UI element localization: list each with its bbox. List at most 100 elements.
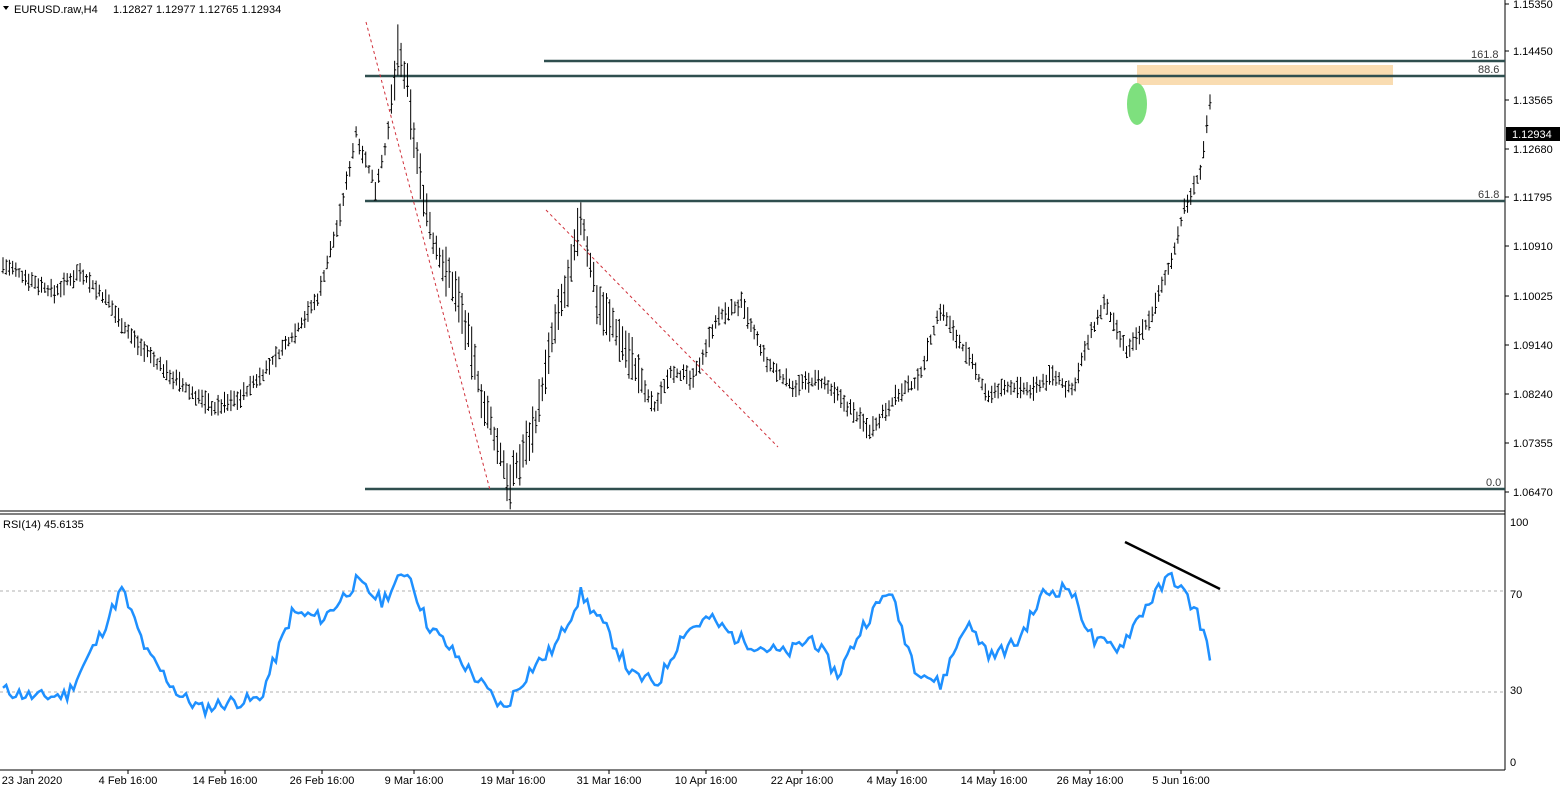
rsi-tick-label: 100 bbox=[1510, 517, 1528, 529]
ohlc-bar bbox=[531, 406, 535, 453]
ohlc-bar bbox=[56, 283, 60, 296]
ohlc-bar bbox=[412, 122, 416, 159]
ohlc-bar bbox=[582, 218, 586, 241]
ohlc-bar bbox=[1160, 276, 1164, 293]
ohlc-bar bbox=[65, 273, 69, 286]
ohlc-bar bbox=[813, 369, 817, 386]
ohlc-bar bbox=[1070, 382, 1074, 396]
ohlc-bar bbox=[733, 301, 737, 314]
ohlc-bar bbox=[184, 382, 188, 393]
ohlc-bar bbox=[990, 385, 994, 404]
ohlc-bar bbox=[152, 351, 156, 367]
ohlc-bar bbox=[46, 285, 50, 297]
trend-dash-1[interactable] bbox=[365, 21, 491, 491]
ohlc-bar bbox=[1057, 372, 1061, 385]
current-price-label: 1.12934 bbox=[1512, 129, 1552, 141]
ohlc-bar bbox=[829, 383, 833, 396]
ohlc-bar bbox=[707, 326, 711, 348]
ohlc-bar bbox=[267, 358, 271, 375]
ohlc-bar bbox=[476, 370, 480, 393]
ohlc-bar bbox=[752, 324, 756, 340]
ohlc-bar bbox=[97, 284, 101, 297]
ohlc-bar bbox=[726, 306, 730, 321]
ohlc-bar bbox=[441, 249, 445, 282]
ohlc-bar bbox=[203, 390, 207, 414]
ohlc-bar bbox=[938, 303, 942, 321]
ohlc-bar bbox=[460, 292, 464, 334]
ohlc-bar bbox=[206, 393, 210, 411]
ohlc-bar bbox=[1028, 384, 1032, 399]
dropdown-arrow-icon[interactable] bbox=[3, 6, 9, 10]
ohlc-bar bbox=[678, 370, 682, 381]
ohlc-bar bbox=[454, 271, 458, 312]
ohlc-bar bbox=[1176, 226, 1180, 244]
price-axis: 1.15350 1.14450 1.13565 1.12680 1.11795 1.109… bbox=[1505, 0, 1553, 499]
ohlc-bar bbox=[49, 278, 53, 298]
ohlc-bar bbox=[399, 42, 403, 77]
ohlc-bar bbox=[1108, 311, 1112, 323]
ohlc-bar bbox=[874, 417, 878, 431]
ohlc-bar bbox=[524, 420, 528, 465]
ohlc-bar bbox=[136, 335, 140, 356]
ohlc-bar bbox=[595, 285, 599, 325]
ohlc-bar bbox=[187, 383, 191, 400]
ohlc-bar bbox=[312, 293, 316, 311]
ohlc-bar bbox=[129, 328, 133, 344]
highlight-marker bbox=[1127, 83, 1147, 125]
ohlc-bar bbox=[845, 401, 849, 417]
ohlc-bar bbox=[983, 383, 987, 401]
ohlc-bar bbox=[807, 372, 811, 393]
ohlc-bar bbox=[739, 291, 743, 308]
ohlc-bar bbox=[1153, 292, 1157, 314]
ohlc-bar bbox=[357, 138, 361, 155]
ohlc-bar bbox=[974, 362, 978, 380]
ohlc-bar bbox=[1003, 379, 1007, 395]
chart-canvas[interactable]: EURUSD.raw,H4 1.12827 1.12977 1.12765 1.… bbox=[0, 0, 1563, 788]
ohlc-bar bbox=[1073, 377, 1077, 392]
ohlc-bar bbox=[1173, 242, 1177, 255]
ohlc-bar bbox=[768, 358, 772, 372]
ohlc-bar bbox=[107, 294, 111, 308]
ohlc-bar bbox=[1096, 309, 1100, 325]
ohlc-bar bbox=[94, 280, 98, 300]
ohlc-bar bbox=[1189, 188, 1193, 205]
ohlc-bar bbox=[245, 385, 249, 397]
ohlc-bar bbox=[364, 151, 368, 168]
ohlc-bar bbox=[271, 355, 275, 365]
ohlc-bar bbox=[1044, 374, 1048, 391]
ohlc-bar bbox=[826, 380, 830, 394]
time-tick-label: 22 Apr 16:00 bbox=[771, 775, 833, 787]
price-tick-label: 1.12680 bbox=[1513, 144, 1553, 156]
ohlc-bar bbox=[884, 402, 888, 421]
ohlc-bar bbox=[762, 344, 766, 362]
ohlc-bar bbox=[592, 261, 596, 292]
ohlc-bar bbox=[893, 384, 897, 405]
ohlc-bar bbox=[653, 401, 657, 412]
ohlc-bar bbox=[370, 169, 374, 183]
ohlc-bar bbox=[78, 263, 82, 282]
ohlc-bar bbox=[300, 317, 304, 329]
ohlc-bar bbox=[502, 450, 506, 479]
ohlc-bar bbox=[637, 354, 641, 394]
ohlc-bar bbox=[1067, 380, 1071, 393]
ohlc-bar bbox=[649, 391, 653, 412]
ohlc-bar bbox=[842, 394, 846, 412]
ohlc-bar bbox=[999, 378, 1003, 397]
price-tick-label: 1.11795 bbox=[1513, 192, 1552, 204]
price-tick-label: 1.10910 bbox=[1513, 241, 1553, 253]
ohlc-bar bbox=[287, 336, 291, 347]
ohlc-bar bbox=[438, 247, 442, 268]
ohlc-bar bbox=[393, 60, 397, 101]
ohlc-bar bbox=[200, 389, 204, 408]
ohlc-bar bbox=[149, 347, 153, 364]
ohlc-bar bbox=[871, 416, 875, 437]
ohlc-bar bbox=[113, 305, 117, 323]
ohlc-bar bbox=[104, 289, 108, 306]
trend-dash-2[interactable] bbox=[545, 209, 779, 448]
time-tick-label: 26 May 16:00 bbox=[1057, 775, 1124, 787]
ohlc-bar bbox=[617, 318, 621, 362]
ohlc-bar bbox=[139, 338, 143, 357]
ohlc-bar bbox=[614, 318, 618, 346]
time-tick-label: 9 Mar 16:00 bbox=[385, 775, 444, 787]
ohlc-bar bbox=[717, 306, 721, 326]
